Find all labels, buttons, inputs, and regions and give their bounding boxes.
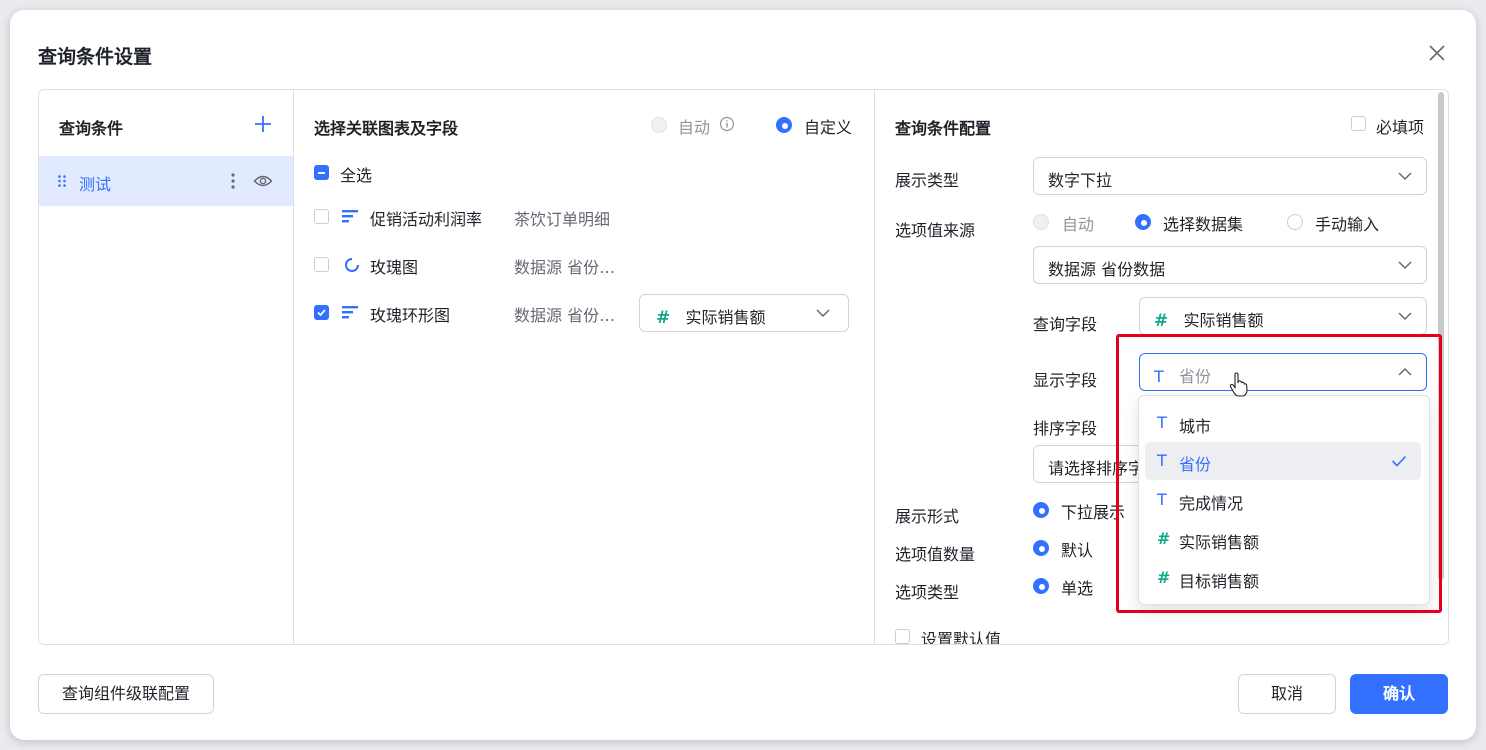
- chevron-down-icon: [1398, 172, 1412, 181]
- source-auto-label: 自动: [1062, 215, 1095, 234]
- more-vertical-icon[interactable]: [229, 172, 237, 190]
- number-field-icon: #: [656, 308, 671, 328]
- option-type-radio[interactable]: [1033, 578, 1049, 594]
- chevron-down-icon: [1398, 261, 1412, 270]
- display-form-radio[interactable]: [1033, 502, 1049, 518]
- option-count-value: 默认: [1061, 541, 1094, 560]
- bar-chart-icon: [342, 306, 358, 319]
- source-dataset-radio[interactable]: [1135, 214, 1151, 230]
- condition-item[interactable]: 测试: [39, 156, 293, 206]
- chart-field-select[interactable]: # 实际销售额: [639, 294, 849, 332]
- source-manual-label: 手动输入: [1315, 215, 1380, 234]
- chart-field-label: 实际销售额: [685, 308, 766, 327]
- option-count-radio[interactable]: [1033, 540, 1049, 556]
- info-icon: [719, 116, 735, 132]
- display-form-label: 展示形式: [895, 507, 960, 526]
- source-dataset-label: 选择数据集: [1163, 215, 1244, 234]
- hand-cursor-icon: [1229, 372, 1248, 397]
- bar-chart-icon: [342, 210, 358, 223]
- chevron-down-icon: [1398, 312, 1412, 321]
- query-field-text: 实际销售额: [1183, 311, 1264, 330]
- linked-charts-panel: 选择关联图表及字段 自动 自定义 全选 促销活动利润率 茶饮订单明细 玫瑰图 数…: [294, 90, 875, 644]
- number-field-icon: #: [1154, 311, 1169, 331]
- option-source-label: 选项值来源: [895, 221, 976, 240]
- option-count-label: 选项值数量: [895, 545, 976, 564]
- source-manual-radio[interactable]: [1287, 214, 1303, 230]
- select-all-label: 全选: [340, 166, 373, 185]
- chart-row-checkbox[interactable]: [314, 209, 329, 224]
- cancel-button[interactable]: 取消: [1238, 674, 1336, 714]
- close-icon[interactable]: [1426, 42, 1448, 64]
- chart-row-checkbox[interactable]: [314, 257, 329, 272]
- source-auto-radio: [1033, 214, 1049, 230]
- mode-custom-radio[interactable]: [776, 117, 792, 133]
- option-type-label: 选项类型: [895, 583, 960, 602]
- query-field-select[interactable]: # 实际销售额: [1139, 297, 1427, 335]
- confirm-button[interactable]: 确认: [1350, 674, 1448, 714]
- select-all-checkbox[interactable]: [314, 165, 329, 180]
- mode-auto-radio: [651, 117, 667, 133]
- red-highlight-box: [1116, 334, 1442, 613]
- display-type-value: 数字下拉: [1048, 171, 1113, 190]
- chart-row-name: 玫瑰图: [370, 258, 419, 277]
- chart-row-checkbox[interactable]: [314, 305, 329, 320]
- plus-icon[interactable]: [253, 114, 273, 134]
- chart-row-name: 促销活动利润率: [370, 210, 483, 229]
- chart-row-source: 数据源 省份…: [514, 258, 616, 277]
- display-type-label: 展示类型: [895, 171, 960, 190]
- drag-handle-icon[interactable]: [57, 174, 67, 188]
- required-checkbox[interactable]: [1351, 116, 1366, 131]
- required-label: 必填项: [1376, 118, 1425, 137]
- condition-item-label: 测试: [79, 175, 112, 194]
- eye-icon[interactable]: [253, 173, 273, 189]
- chevron-down-icon: [816, 309, 830, 318]
- dialog-title: 查询条件设置: [38, 46, 153, 68]
- mode-custom-label: 自定义: [804, 118, 853, 137]
- sort-field-label: 排序字段: [1033, 419, 1098, 438]
- dataset-select[interactable]: 数据源 省份数据: [1033, 246, 1427, 284]
- chart-row-source: 茶饮订单明细: [514, 210, 611, 229]
- cascade-config-button[interactable]: 查询组件级联配置: [38, 674, 214, 714]
- display-field-label: 显示字段: [1033, 371, 1098, 390]
- query-field-label: 查询字段: [1033, 315, 1098, 334]
- default-value-label: 设置默认值: [921, 630, 1002, 644]
- mode-auto-label: 自动: [678, 118, 711, 137]
- display-type-select[interactable]: 数字下拉: [1033, 157, 1427, 195]
- conditions-panel: 查询条件 测试: [39, 90, 294, 644]
- chart-row-name: 玫瑰环形图: [370, 306, 451, 325]
- default-value-checkbox[interactable]: [895, 629, 910, 644]
- config-header: 查询条件配置: [895, 119, 992, 138]
- linked-charts-header: 选择关联图表及字段: [314, 119, 459, 138]
- option-type-value: 单选: [1061, 579, 1094, 598]
- chart-field-value: # 实际销售额: [656, 304, 766, 328]
- chart-row-source: 数据源 省份…: [514, 306, 616, 325]
- conditions-header: 查询条件: [59, 119, 124, 138]
- ring-chart-icon: [345, 258, 359, 272]
- dataset-value: 数据源 省份数据: [1048, 260, 1166, 279]
- query-field-value: # 实际销售额: [1154, 307, 1264, 331]
